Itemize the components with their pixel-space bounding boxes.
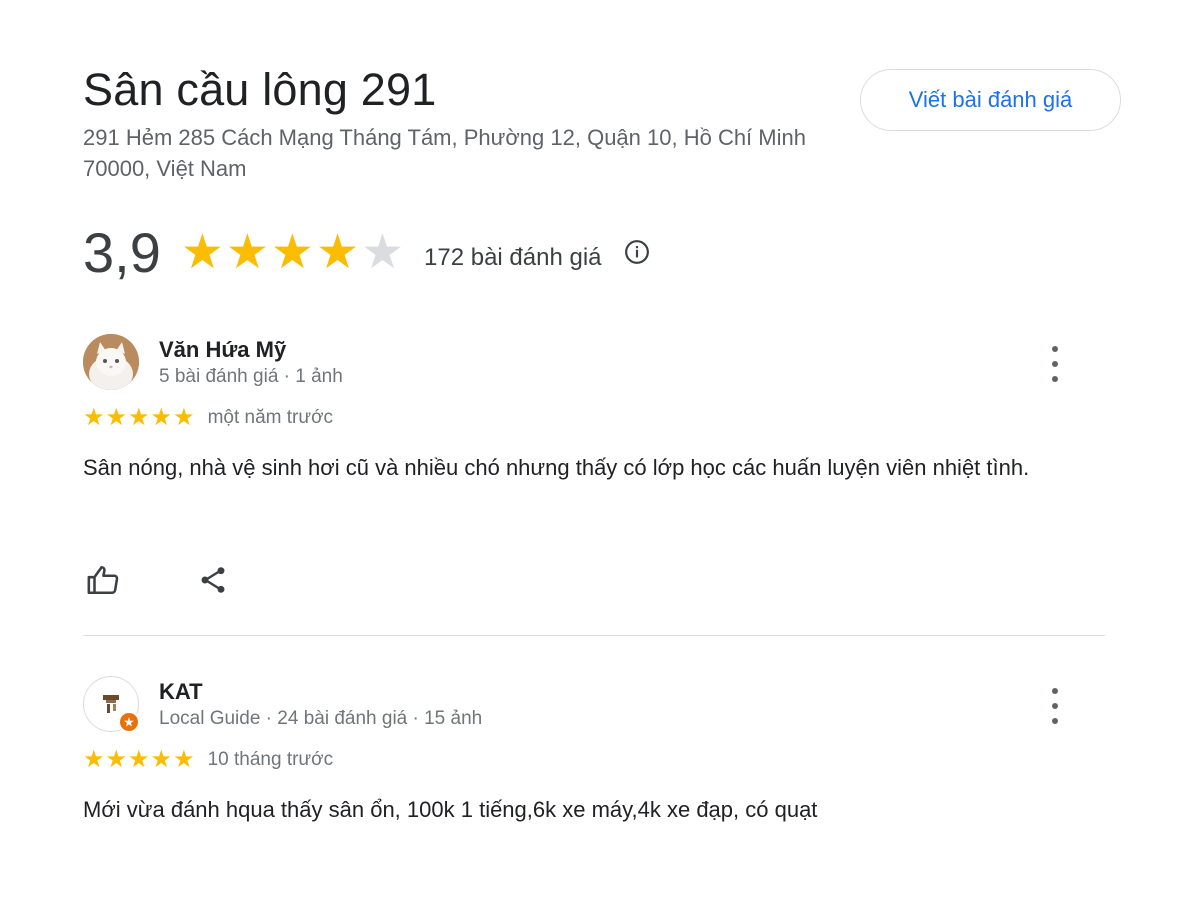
share-icon	[201, 567, 225, 593]
review-rating: ★★★★★ 10 tháng trước	[83, 748, 1105, 772]
place-address: 291 Hẻm 285 Cách Mạng Tháng Tám, Phường …	[83, 125, 806, 181]
thumbs-up-icon	[87, 565, 119, 595]
review-actions	[83, 560, 233, 600]
share-button[interactable]	[193, 560, 233, 600]
star-icon: ★	[270, 226, 314, 279]
more-vert-icon[interactable]	[1043, 346, 1067, 382]
place-header: Sân cầu lông 291 291 Hẻm 285 Cách Mạng T…	[83, 62, 843, 184]
review-item: Văn Hứa Mỹ 5 bài đánh giá · 1 ảnh ★★★★★ …	[83, 334, 1105, 485]
review-time: một năm trước	[207, 407, 334, 428]
review-count[interactable]: 172 bài đánh giá	[424, 244, 602, 272]
star-icon: ★	[173, 746, 195, 773]
star-empty-icon: ★	[360, 226, 405, 279]
reviewer-meta: KAT Local Guide · 24 bài đánh giá · 15 ả…	[159, 678, 482, 732]
star-icon: ★	[105, 746, 128, 773]
star-icon: ★	[128, 404, 150, 431]
reviewer-subtitle: Local Guide · 24 bài đánh giá · 15 ảnh	[159, 708, 483, 729]
review-header: ★ KAT Local Guide · 24 bài đánh giá · 15…	[83, 676, 1105, 733]
review-stars: ★★★★★	[83, 748, 196, 772]
divider	[83, 635, 1105, 636]
star-icon: ★	[105, 404, 128, 431]
reviewer-subtitle: 5 bài đánh giá · 1 ảnh	[159, 366, 343, 387]
star-icon: ★	[83, 404, 105, 431]
review-rating: ★★★★★ một năm trước	[83, 406, 1105, 430]
avatar[interactable]: ★	[83, 676, 140, 733]
star-icon: ★	[83, 746, 105, 773]
cat-avatar-icon	[83, 334, 139, 390]
star-icon: ★	[180, 226, 224, 279]
write-review-button[interactable]: Viết bài đánh giá	[860, 69, 1121, 131]
review-stars: ★★★★★	[83, 406, 196, 430]
rating-stars: ★ ★ ★ ★ ★	[181, 229, 406, 277]
star-icon: ★	[150, 746, 173, 773]
review-item: ★ KAT Local Guide · 24 bài đánh giá · 15…	[83, 676, 1105, 827]
like-button[interactable]	[83, 560, 123, 600]
star-icon: ★	[225, 226, 269, 279]
star-icon: ★	[128, 746, 150, 773]
review-text: Sân nóng, nhà vệ sinh hơi cũ và nhiều ch…	[83, 455, 1030, 480]
reviewer-name[interactable]: Văn Hứa Mỹ	[159, 336, 343, 364]
rating-value: 3,9	[83, 221, 161, 284]
reviewer-meta: Văn Hứa Mỹ 5 bài đánh giá · 1 ảnh	[159, 336, 343, 390]
review-time: 10 tháng trước	[207, 749, 334, 770]
star-icon: ★	[315, 226, 359, 279]
place-title: Sân cầu lông 291	[83, 64, 437, 115]
star-icon: ★	[173, 404, 195, 431]
avatar[interactable]	[83, 334, 139, 390]
reviewer-name[interactable]: KAT	[159, 678, 482, 706]
local-guide-badge-icon: ★	[118, 711, 140, 733]
overall-rating: 3,9 ★ ★ ★ ★ ★ 172 bài đánh giá	[83, 220, 650, 286]
review-text: Mới vừa đánh hqua thấy sân ổn, 100k 1 ti…	[83, 797, 818, 822]
info-icon[interactable]	[624, 239, 650, 265]
review-header: Văn Hứa Mỹ 5 bài đánh giá · 1 ảnh	[83, 334, 1105, 390]
more-vert-icon[interactable]	[1043, 688, 1067, 724]
svg-text:★: ★	[123, 716, 135, 731]
star-icon: ★	[150, 404, 173, 431]
